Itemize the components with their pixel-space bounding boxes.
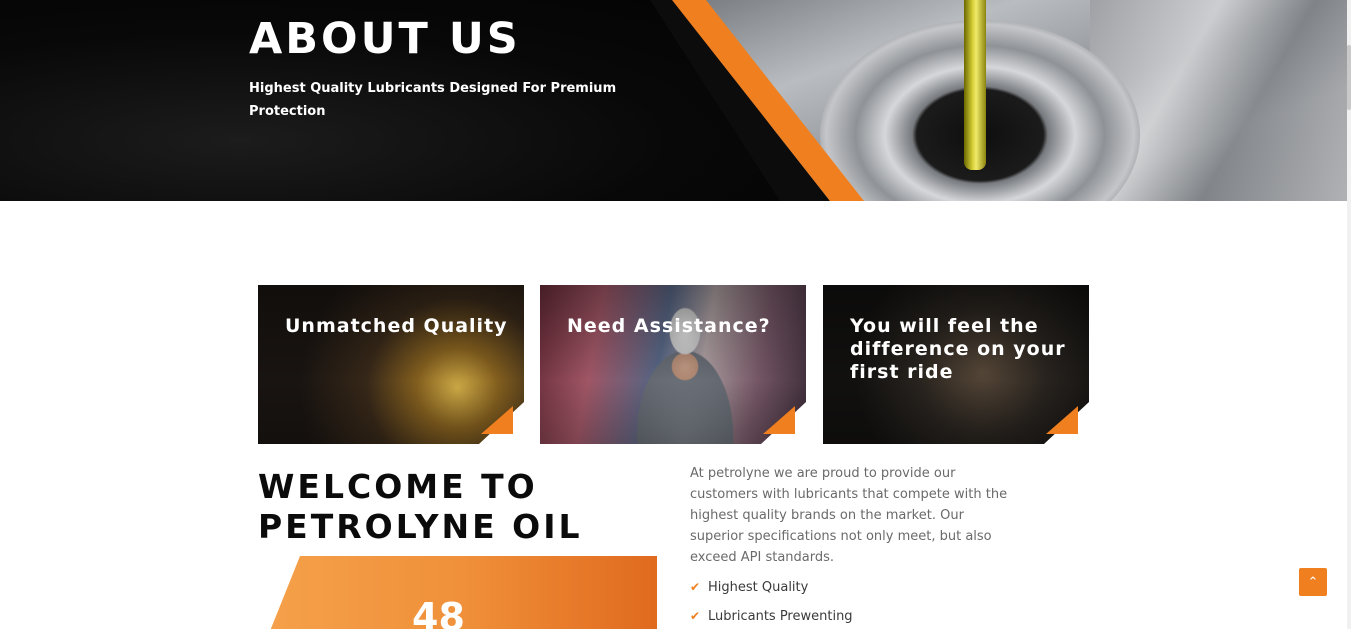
welcome-heading: WELCOME TO PETROLYNE OIL (258, 467, 583, 547)
feature-label: Lubricants Prewenting (708, 609, 853, 624)
check-icon: ✔ (690, 609, 701, 623)
feature-card-quality[interactable]: Unmatched Quality (258, 285, 524, 444)
feature-item: ✔ Lubricants Prewenting (690, 609, 853, 624)
hero-oil-stream (964, 0, 986, 170)
about-paragraph: At petrolyne we are proud to provide our… (690, 466, 1008, 565)
card-title: You will feel the difference on your fir… (850, 315, 1066, 383)
feature-card-assistance[interactable]: Need Assistance? (540, 285, 806, 444)
feature-label: Highest Quality (708, 580, 809, 595)
card-overlay (258, 285, 524, 444)
welcome-heading-line1: WELCOME TO (258, 467, 538, 506)
page-scrollbar[interactable] (1347, 0, 1351, 629)
card-overlay (540, 285, 806, 444)
feature-item: ✔ Highest Quality (690, 580, 808, 595)
check-icon: ✔ (690, 580, 701, 594)
page-title: ABOUT US (249, 14, 521, 64)
card-title: Need Assistance? (567, 315, 771, 337)
stat-number: 48 (412, 595, 465, 629)
scroll-to-top-button[interactable]: ⌃ (1299, 568, 1327, 596)
chevron-up-icon: ⌃ (1307, 574, 1319, 589)
page-subtitle: Highest Quality Lubricants Designed For … (249, 81, 617, 119)
welcome-heading-line2: PETROLYNE OIL (258, 507, 583, 546)
feature-card-difference[interactable]: You will feel the difference on your fir… (823, 285, 1089, 444)
scrollbar-thumb[interactable] (1347, 45, 1351, 110)
hero-banner: ABOUT US Highest Quality Lubricants Desi… (0, 0, 1351, 201)
card-title: Unmatched Quality (285, 315, 508, 337)
